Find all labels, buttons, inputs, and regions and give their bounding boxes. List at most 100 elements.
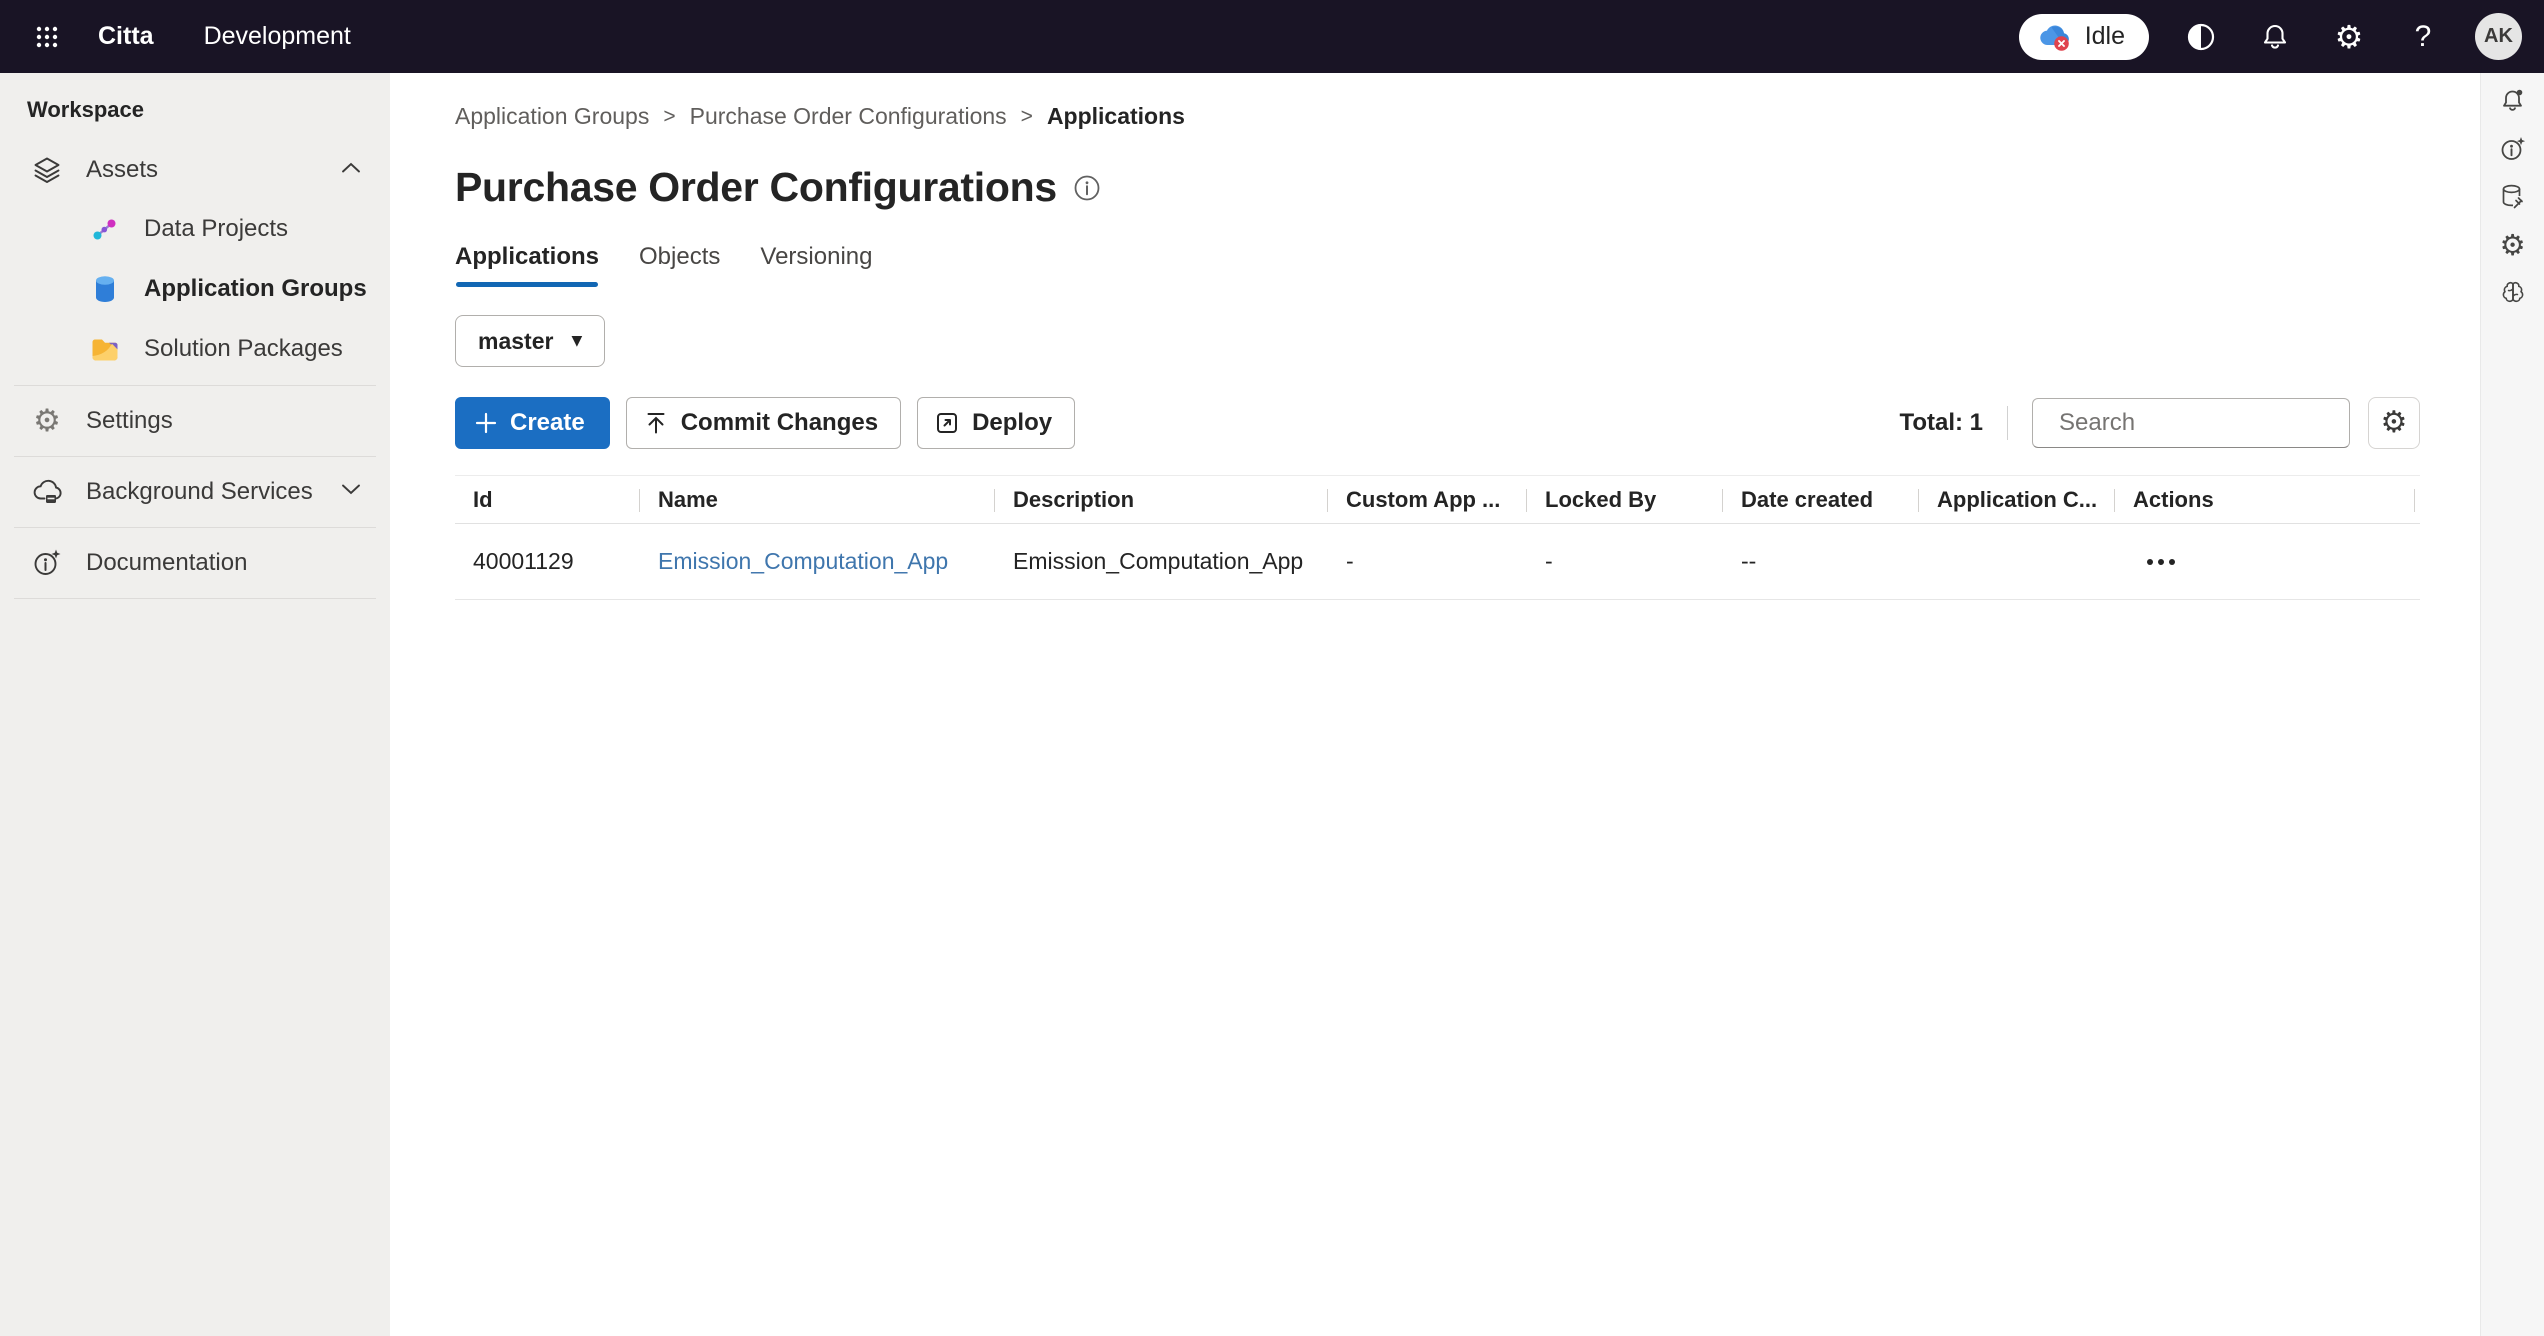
gear-icon: ⚙ bbox=[2380, 405, 2408, 440]
column-header-locked-by[interactable]: Locked By bbox=[1527, 476, 1723, 523]
sidebar-item-settings[interactable]: ⚙ Settings bbox=[0, 392, 390, 450]
bell-icon bbox=[2263, 24, 2287, 49]
sidebar-item-application-groups[interactable]: Application Groups bbox=[0, 259, 390, 319]
column-header-custom-app[interactable]: Custom App ... bbox=[1328, 476, 1527, 523]
row-actions-button[interactable] bbox=[2139, 549, 2183, 575]
cloud-services-icon bbox=[30, 478, 64, 506]
commit-changes-button[interactable]: Commit Changes bbox=[625, 397, 902, 449]
cell-custom-app: - bbox=[1346, 548, 1354, 574]
sidebar-divider bbox=[14, 598, 376, 599]
rail-data-connector-button[interactable] bbox=[2489, 173, 2537, 221]
waffle-icon bbox=[36, 26, 58, 47]
brain-icon bbox=[2502, 281, 2523, 303]
breadcrumb: Application Groups > Purchase Order Conf… bbox=[455, 103, 2420, 130]
app-title[interactable]: Citta bbox=[98, 22, 154, 51]
chevron-down-icon: ▼ bbox=[571, 333, 583, 349]
sidebar-item-label: Background Services bbox=[86, 478, 313, 505]
toolbar: Create Commit Changes Deploy Total: 1 Se… bbox=[455, 397, 2420, 449]
cell-date-created: -- bbox=[1741, 548, 1757, 574]
avatar[interactable]: AK bbox=[2475, 13, 2522, 60]
sidebar-item-data-projects[interactable]: Data Projects bbox=[0, 199, 390, 259]
help-icon: ? bbox=[2414, 19, 2432, 53]
toolbar-divider bbox=[2007, 406, 2008, 440]
notifications-button[interactable] bbox=[2253, 15, 2297, 59]
tab-versioning[interactable]: Versioning bbox=[760, 243, 872, 287]
deploy-button[interactable]: Deploy bbox=[917, 397, 1076, 449]
info-sparkle-icon bbox=[30, 548, 64, 578]
rail-ai-button[interactable] bbox=[2489, 269, 2537, 317]
page-title: Purchase Order Configurations bbox=[455, 164, 1057, 210]
sync-status-badge[interactable]: Idle bbox=[2018, 13, 2149, 60]
deploy-icon bbox=[937, 413, 958, 433]
more-horizontal-icon bbox=[2147, 558, 2153, 565]
cloud-offline-icon bbox=[2039, 25, 2069, 51]
create-button-label: Create bbox=[510, 409, 585, 436]
bell-badge-icon bbox=[2502, 89, 2522, 111]
layers-icon bbox=[30, 154, 64, 186]
column-header-description[interactable]: Description bbox=[995, 476, 1328, 523]
column-header-name[interactable]: Name bbox=[640, 476, 995, 523]
cell-actions bbox=[2115, 549, 2415, 575]
table-settings-button[interactable]: ⚙ bbox=[2368, 397, 2420, 449]
cell-name-link[interactable]: Emission_Computation_App bbox=[640, 548, 995, 575]
workspace-label: Workspace bbox=[27, 97, 144, 122]
tab-bar: Applications Objects Versioning bbox=[455, 243, 2420, 287]
column-header-date-created[interactable]: Date created bbox=[1723, 476, 1919, 523]
sidebar-item-label: Solution Packages bbox=[144, 335, 343, 362]
column-header-id[interactable]: Id bbox=[455, 476, 640, 523]
sidebar-item-solution-packages[interactable]: Solution Packages bbox=[0, 319, 390, 379]
folder-icon bbox=[88, 336, 122, 363]
help-button[interactable]: ? bbox=[2401, 15, 2445, 59]
sidebar-item-documentation[interactable]: Documentation bbox=[0, 534, 390, 592]
top-bar-left: Citta Development bbox=[24, 14, 351, 60]
sidebar-divider bbox=[14, 527, 376, 528]
breadcrumb-application-groups[interactable]: Application Groups bbox=[455, 103, 649, 130]
total-count: Total: 1 bbox=[1899, 409, 1983, 436]
theme-toggle-button[interactable] bbox=[2179, 15, 2223, 59]
sidebar-item-background-services[interactable]: Background Services bbox=[0, 463, 390, 521]
right-rail: ⚙ bbox=[2480, 73, 2544, 1336]
environment-label[interactable]: Development bbox=[204, 22, 351, 51]
sidebar-item-assets[interactable]: Assets bbox=[0, 141, 390, 199]
sync-status-label: Idle bbox=[2084, 22, 2125, 50]
sidebar: Workspace Assets Data Projects Applicati… bbox=[0, 73, 390, 1336]
rail-assistant-button[interactable] bbox=[2489, 125, 2537, 173]
chevron-down-icon bbox=[340, 483, 362, 501]
sidebar-item-label: Settings bbox=[86, 407, 173, 434]
chevron-up-icon bbox=[340, 161, 362, 179]
branch-selector[interactable]: master ▼ bbox=[455, 315, 606, 367]
sidebar-divider bbox=[14, 385, 376, 386]
data-projects-icon bbox=[88, 215, 122, 243]
top-bar: Citta Development Idle ⚙ ? AK bbox=[0, 0, 2544, 73]
gear-icon: ⚙ bbox=[2499, 227, 2526, 262]
info-icon[interactable] bbox=[1073, 174, 1101, 202]
table-row: 40001129 Emission_Computation_App Emissi… bbox=[455, 524, 2420, 600]
sidebar-item-label: Data Projects bbox=[144, 215, 289, 242]
rail-settings-button[interactable]: ⚙ bbox=[2489, 221, 2537, 269]
search-input[interactable] bbox=[2059, 409, 2369, 437]
cell-locked-by: - bbox=[1545, 548, 1553, 574]
commit-changes-label: Commit Changes bbox=[680, 409, 879, 436]
app-launcher-button[interactable] bbox=[24, 14, 70, 60]
tab-objects[interactable]: Objects bbox=[639, 243, 720, 287]
search-box bbox=[2032, 398, 2369, 448]
commit-upload-icon bbox=[647, 413, 665, 434]
sidebar-item-label: Assets bbox=[86, 156, 159, 183]
database-icon bbox=[88, 274, 122, 304]
cell-id: 40001129 bbox=[473, 548, 574, 574]
tab-applications[interactable]: Applications bbox=[455, 243, 599, 287]
cell-description: Emission_Computation_App bbox=[1013, 548, 1304, 574]
sidebar-item-label: Documentation bbox=[86, 549, 248, 576]
top-bar-right: Idle ⚙ ? AK bbox=[2018, 13, 2522, 60]
info-sparkle-icon bbox=[2501, 137, 2525, 160]
contrast-icon bbox=[2187, 23, 2215, 50]
settings-button[interactable]: ⚙ bbox=[2327, 15, 2371, 59]
sidebar-divider bbox=[14, 456, 376, 457]
create-button[interactable]: Create bbox=[455, 397, 610, 449]
rail-notifications-button[interactable] bbox=[2489, 77, 2537, 125]
breadcrumb-separator: > bbox=[1020, 104, 1033, 128]
breadcrumb-purchase-order-configurations[interactable]: Purchase Order Configurations bbox=[690, 103, 1007, 130]
plus-icon bbox=[475, 412, 497, 434]
column-header-application-c[interactable]: Application C... bbox=[1919, 476, 2115, 523]
main-content: Application Groups > Purchase Order Conf… bbox=[390, 73, 2480, 1336]
